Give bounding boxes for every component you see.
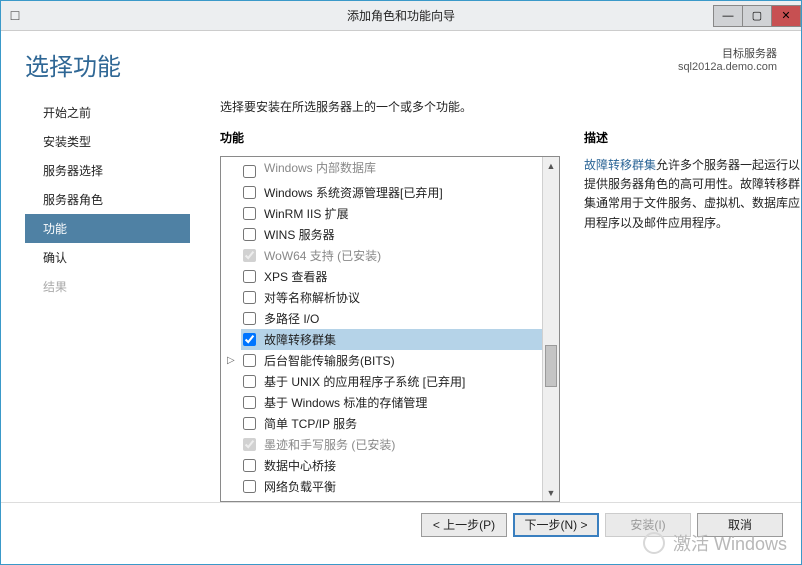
feature-checkbox[interactable] [243,228,256,241]
feature-row[interactable]: 多路径 I/O [241,308,542,329]
feature-checkbox[interactable] [243,375,256,388]
feature-label: Windows 内部数据库 [264,159,376,176]
feature-row[interactable]: 基于 UNIX 的应用程序子系统 [已弃用] [241,371,542,392]
target-server-box: 目标服务器 sql2012a.demo.com [678,45,777,73]
feature-row[interactable]: 对等名称解析协议 [241,287,542,308]
feature-row[interactable]: Windows 内部数据库 [241,161,542,182]
feature-row[interactable]: WoW64 支持 (已安装) [241,245,542,266]
feature-label: 后台智能传输服务(BITS) [264,352,395,369]
feature-checkbox[interactable] [243,417,256,430]
feature-row[interactable]: 网络负载平衡 [241,476,542,497]
feature-checkbox [243,438,256,451]
feature-checkbox[interactable] [243,459,256,472]
target-server-label: 目标服务器 [678,45,777,61]
scroll-track[interactable] [543,174,559,484]
feature-row[interactable]: 数据中心桥接 [241,455,542,476]
feature-label: WinRM IIS 扩展 [264,205,349,222]
features-scrollbar[interactable]: ▲ ▼ [542,157,559,501]
wizard-nav: 开始之前安装类型服务器选择服务器角色功能确认结果 [25,94,190,502]
nav-step: 结果 [25,272,190,301]
features-panel-title: 功能 [220,129,560,146]
feature-label: 墨迹和手写服务 (已安装) [264,436,395,453]
close-button[interactable]: ✕ [771,5,801,27]
feature-row[interactable]: 简单 TCP/IP 服务 [241,413,542,434]
nav-step[interactable]: 服务器角色 [25,185,190,214]
description-link: 故障转移群集 [584,158,656,172]
install-button: 安装(I) [605,513,691,537]
nav-step[interactable]: 确认 [25,243,190,272]
feature-label: 多路径 I/O [264,310,319,327]
instruction-text: 选择要安装在所选服务器上的一个或多个功能。 [220,98,801,115]
scroll-up-icon[interactable]: ▲ [543,157,559,174]
nav-step[interactable]: 安装类型 [25,127,190,156]
feature-label: 对等名称解析协议 [264,289,360,306]
minimize-button[interactable]: — [713,5,743,27]
feature-row[interactable]: 墨迹和手写服务 (已安装) [241,434,542,455]
feature-row[interactable]: ▷后台智能传输服务(BITS) [241,350,542,371]
maximize-button[interactable]: ▢ [742,5,772,27]
feature-row[interactable]: WinRM IIS 扩展 [241,203,542,224]
feature-checkbox[interactable] [243,270,256,283]
feature-row[interactable]: Windows 系统资源管理器[已弃用] [241,182,542,203]
feature-label: 故障转移群集 [264,331,336,348]
feature-label: XPS 查看器 [264,268,327,285]
feature-label: 基于 UNIX 的应用程序子系统 [已弃用] [264,373,465,390]
feature-label: 基于 Windows 标准的存储管理 [264,394,427,411]
titlebar: ☐ 添加角色和功能向导 — ▢ ✕ [1,1,801,31]
scroll-thumb[interactable] [545,345,557,387]
feature-row[interactable]: WINS 服务器 [241,224,542,245]
target-server-name: sql2012a.demo.com [678,61,777,73]
description-text: 故障转移群集允许多个服务器一起运行以提供服务器角色的高可用性。故障转移群集通常用… [584,156,801,233]
feature-checkbox[interactable] [243,291,256,304]
scroll-down-icon[interactable]: ▼ [543,484,559,501]
feature-row[interactable]: 基于 Windows 标准的存储管理 [241,392,542,413]
nav-step[interactable]: 开始之前 [25,98,190,127]
window-title: 添加角色和功能向导 [347,7,455,24]
next-button[interactable]: 下一步(N) > [513,513,599,537]
description-panel-title: 描述 [584,129,801,146]
previous-button[interactable]: < 上一步(P) [421,513,507,537]
feature-label: 简单 TCP/IP 服务 [264,415,357,432]
feature-checkbox[interactable] [243,333,256,346]
page-title: 选择功能 [25,47,121,82]
feature-checkbox[interactable] [243,312,256,325]
feature-checkbox[interactable] [243,165,256,178]
feature-label: 网络负载平衡 [264,478,336,495]
features-listbox[interactable]: Windows 内部数据库 Windows 系统资源管理器[已弃用] WinRM I… [220,156,560,502]
feature-row[interactable]: 故障转移群集 [241,329,542,350]
window-controls: — ▢ ✕ [714,5,801,27]
cancel-button[interactable]: 取消 [697,513,783,537]
nav-step[interactable]: 功能 [25,214,190,243]
feature-checkbox[interactable] [243,396,256,409]
page-header: 选择功能 目标服务器 sql2012a.demo.com [1,31,801,94]
feature-label: WINS 服务器 [264,226,335,243]
feature-row[interactable]: XPS 查看器 [241,266,542,287]
app-icon: ☐ [1,9,29,23]
feature-checkbox[interactable] [243,480,256,493]
wizard-footer: < 上一步(P) 下一步(N) > 安装(I) 取消 [1,502,801,546]
feature-checkbox[interactable] [243,186,256,199]
feature-checkbox[interactable] [243,207,256,220]
feature-label: WoW64 支持 (已安装) [264,247,381,264]
feature-label: Windows 系统资源管理器[已弃用] [264,184,443,201]
feature-label: 数据中心桥接 [264,457,336,474]
feature-checkbox [243,249,256,262]
nav-step[interactable]: 服务器选择 [25,156,190,185]
chevron-right-icon[interactable]: ▷ [227,355,237,366]
feature-checkbox[interactable] [243,354,256,367]
